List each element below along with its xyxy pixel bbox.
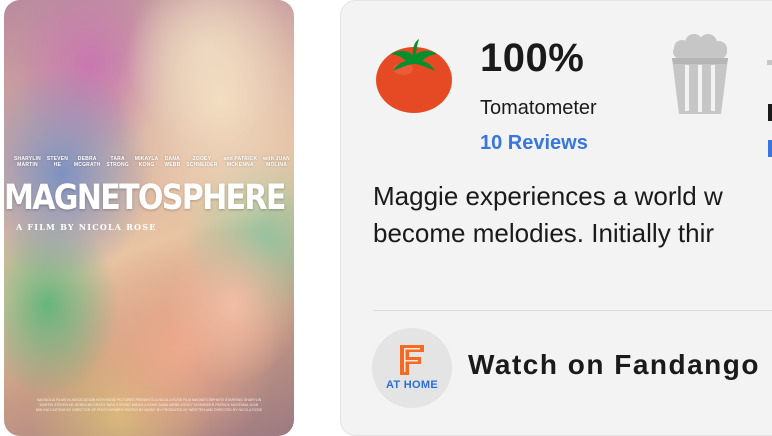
popcorn-bucket-icon [672, 34, 728, 114]
poster-billing-block: MAGNOLIA FILMS IN ASSOCIATION WITH ROSE … [35, 398, 263, 412]
fandango-at-home-icon[interactable]: AT HOME [372, 328, 452, 408]
movie-poster[interactable]: SHARYLIN MARTIN STEVEN HE DEBRA MCGRATH TARA ST… [4, 0, 294, 436]
poster-credit-name: MIKAYLA KONG [134, 156, 159, 168]
poster-credit-name: DANA WEBB [164, 156, 181, 168]
at-home-label: AT HOME [385, 379, 438, 391]
poster-credits: SHARYLIN MARTIN STEVEN HE DEBRA MCGRATH TARA ST… [14, 156, 290, 168]
tomatometer-score: 100% [480, 36, 585, 80]
fandango-f-icon [400, 345, 424, 375]
poster-credit-name: STEVEN HE [46, 156, 69, 168]
poster-credit-name: and PATRICK MCKENNA [223, 156, 258, 168]
divider [373, 310, 772, 311]
synopsis-line: Maggie experiences a world w [373, 181, 723, 211]
synopsis: Maggie experiences a world w become melo… [373, 178, 772, 252]
poster-title: MAGNETOSPHERE [4, 178, 286, 218]
poster-credit-name: DEBRA MCGRATH [73, 156, 101, 168]
audience-score-placeholder [767, 60, 772, 65]
tomatometer-label: Tomatometer [480, 97, 597, 119]
synopsis-line: become melodies. Initially thir [373, 218, 715, 248]
fresh-tomato-icon [376, 39, 452, 113]
poster-credit-name: SHARYLIN MARTIN [14, 156, 41, 168]
poster-credit-name: ZOOEY SCHNEIDER [186, 156, 218, 168]
audience-label-cutoff [768, 104, 772, 121]
poster-credit-name: TARA STRONG [106, 156, 129, 168]
critic-reviews-link[interactable]: 10 Reviews [480, 132, 588, 155]
poster-credit-name: with JUAN MOLINA [263, 156, 290, 168]
poster-director-credit: A FILM BY NICOLA ROSE [16, 222, 157, 232]
audience-ratings-link-cutoff[interactable] [768, 140, 772, 157]
watch-on-fandango-link[interactable]: Watch on Fandango [468, 349, 760, 381]
